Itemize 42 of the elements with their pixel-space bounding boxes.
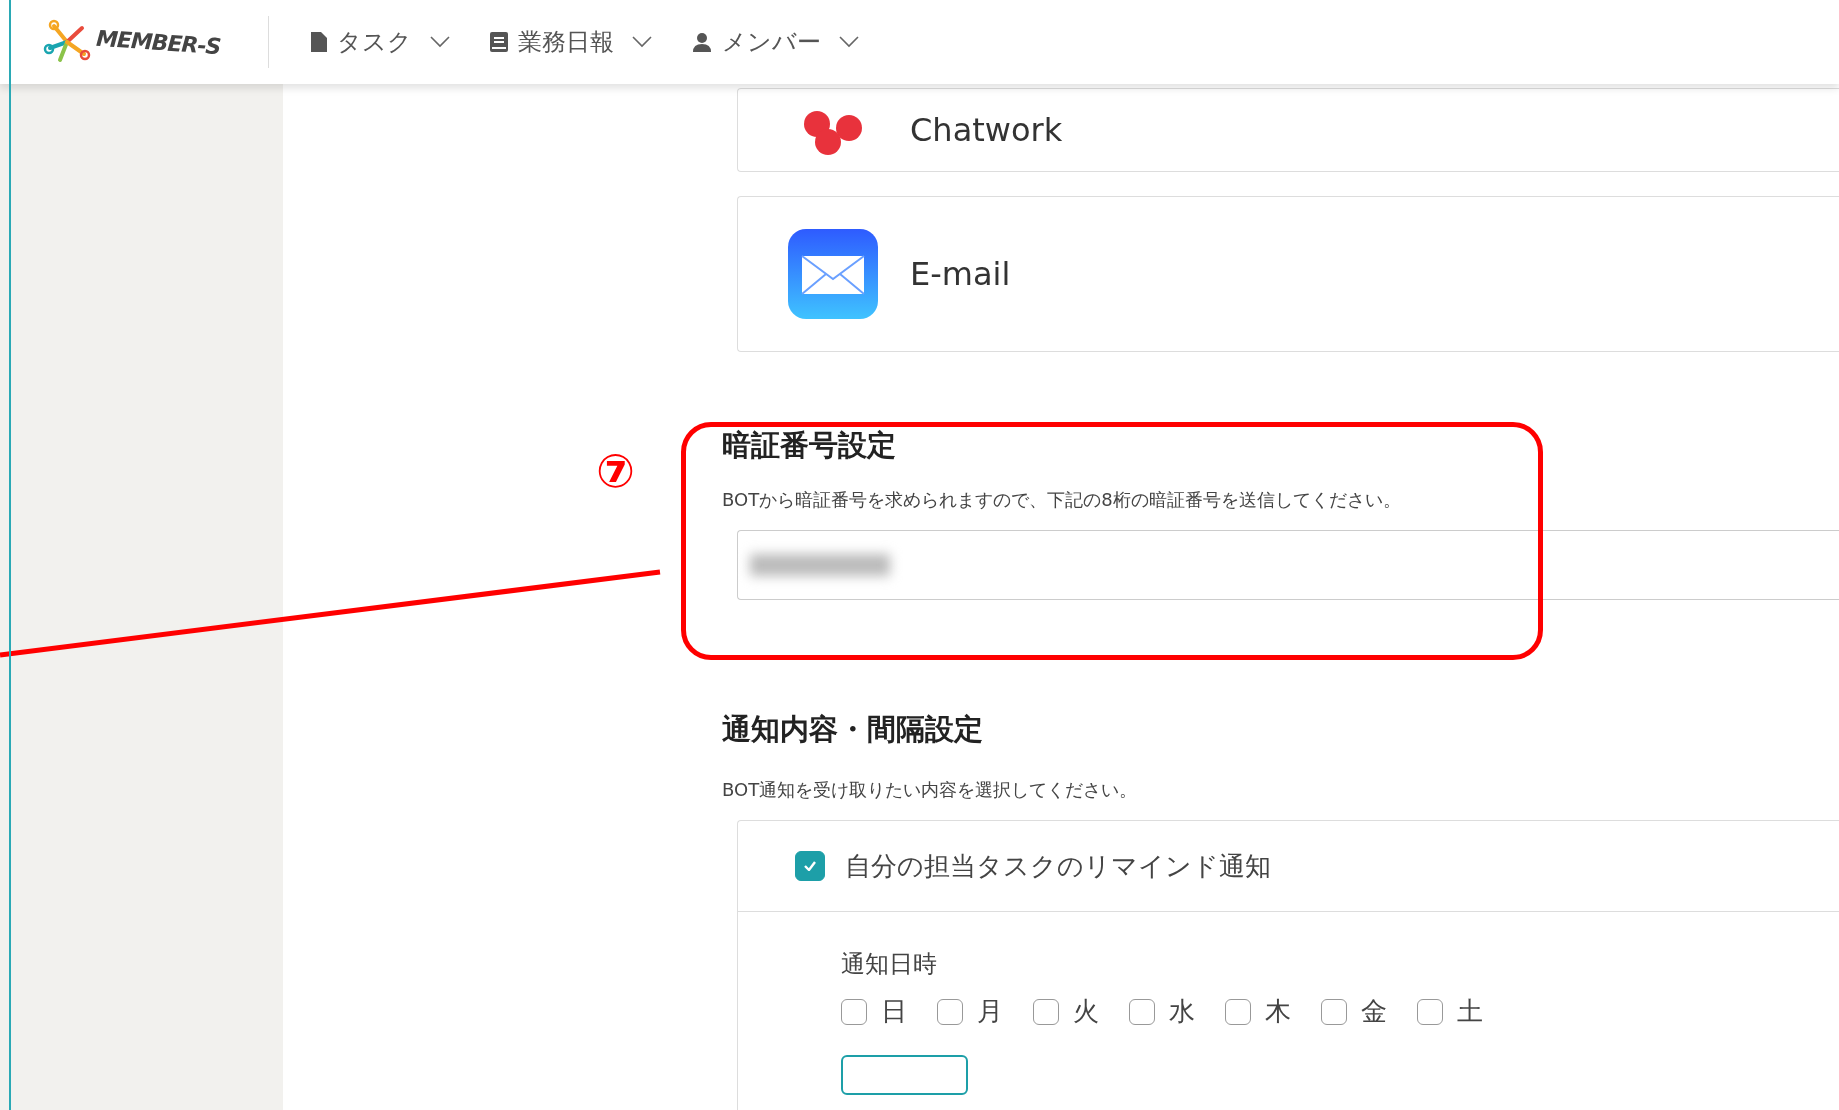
checkbox[interactable] bbox=[1225, 998, 1251, 1025]
mail-icon bbox=[788, 229, 878, 319]
section-title: 通知内容・間隔設定 bbox=[722, 711, 984, 748]
section-description: BOTから暗証番号を求められますので、下記の8桁の暗証番号を送信してください。 bbox=[722, 488, 1402, 512]
channel-name: E-mail bbox=[910, 255, 1011, 293]
book-icon bbox=[490, 32, 508, 52]
outline-button[interactable] bbox=[841, 1055, 968, 1095]
checkbox-label: 水 bbox=[1169, 995, 1195, 1028]
checkbox[interactable] bbox=[1129, 998, 1155, 1025]
section-title: 暗証番号設定 bbox=[722, 427, 897, 464]
logo-text: MEMBER-S bbox=[95, 25, 222, 59]
document-icon bbox=[311, 32, 327, 52]
channel-card[interactable]: Chatwork bbox=[737, 88, 1839, 172]
chevron-down-icon bbox=[632, 36, 652, 48]
field-label: 通知日時 bbox=[841, 949, 938, 980]
petal-logo-icon bbox=[804, 111, 862, 155]
checkbox-label: 土 bbox=[1457, 995, 1483, 1028]
chevron-down-icon bbox=[430, 36, 450, 48]
checkbox-label: 自分の担当タスクのリマインド通知 bbox=[845, 849, 1271, 883]
section-description: BOT通知を受け取りたい内容を選択してください。 bbox=[722, 778, 1139, 802]
checkbox[interactable] bbox=[1033, 998, 1059, 1025]
channel-name: Chatwork bbox=[910, 111, 1063, 149]
checkbox-label: 月 bbox=[977, 995, 1003, 1028]
logo[interactable]: MEMBER-S bbox=[42, 18, 242, 66]
pin-field[interactable] bbox=[737, 530, 1839, 600]
nav-menu[interactable]: 業務日報 bbox=[478, 26, 664, 58]
check-icon bbox=[804, 861, 816, 871]
checkbox[interactable] bbox=[795, 851, 825, 881]
checkbox-label: 木 bbox=[1265, 995, 1291, 1028]
person-icon bbox=[692, 32, 712, 52]
checkbox[interactable] bbox=[1417, 998, 1443, 1025]
checkbox[interactable] bbox=[841, 998, 867, 1025]
nav-menu[interactable]: タスク bbox=[299, 26, 462, 58]
checkbox-label: 金 bbox=[1361, 995, 1387, 1028]
checkbox-label: 火 bbox=[1073, 995, 1099, 1028]
chevron-down-icon bbox=[839, 36, 859, 48]
nav-menu[interactable]: メンバー bbox=[680, 26, 871, 58]
checkbox-label: 日 bbox=[881, 995, 907, 1028]
checkbox[interactable] bbox=[1321, 998, 1347, 1025]
checkbox[interactable] bbox=[937, 998, 963, 1025]
channel-card[interactable]: E-mail bbox=[737, 196, 1839, 352]
step-number: ⑦ bbox=[596, 448, 635, 494]
